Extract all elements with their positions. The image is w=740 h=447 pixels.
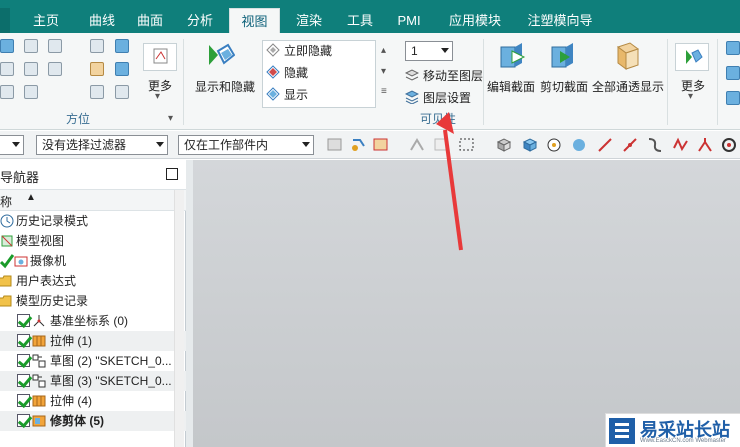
watermark-logo-icon — [609, 418, 635, 444]
annotation-arrow — [436, 112, 463, 251]
watermark: 易采站长站 Www.EasckCN.com Webmaster — [605, 413, 740, 447]
watermark-subtitle: Www.EasckCN.com Webmaster — [640, 438, 726, 444]
